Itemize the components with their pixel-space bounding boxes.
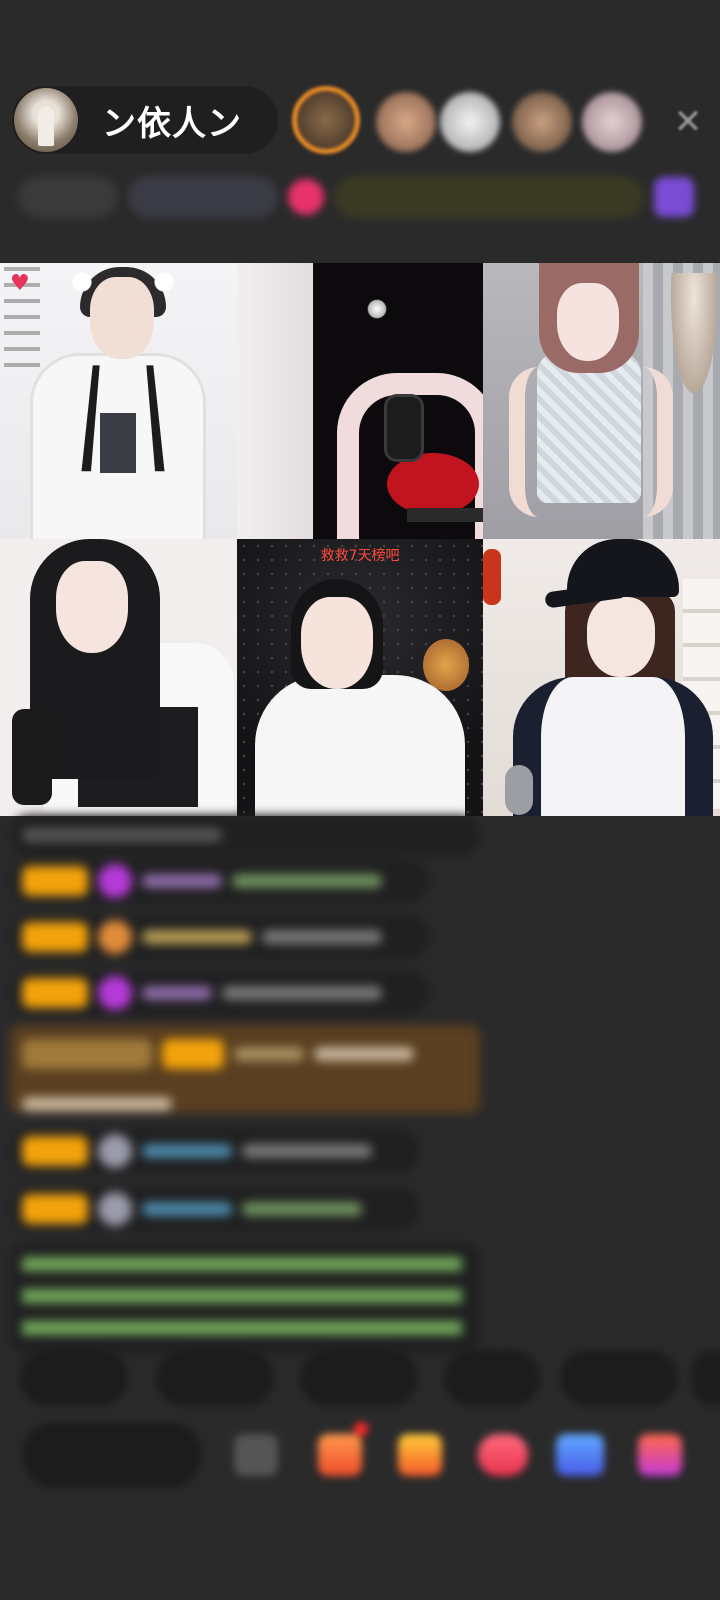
chat-text <box>22 828 222 842</box>
user-avatar <box>98 1192 132 1226</box>
microphone <box>12 709 52 805</box>
gift-box-icon[interactable] <box>318 1434 362 1476</box>
user-name <box>234 1047 304 1061</box>
gift-icon[interactable] <box>638 1434 682 1476</box>
video-tile[interactable] <box>483 539 720 816</box>
level-badge <box>22 866 88 896</box>
heart-icon[interactable] <box>478 1434 528 1476</box>
audience-avatar[interactable] <box>376 92 436 152</box>
quick-reply-chip[interactable] <box>20 1350 128 1406</box>
chat-text <box>262 930 382 944</box>
host-name: ン依人ン <box>102 103 242 144</box>
streamer-figure <box>537 353 641 503</box>
multi-guest-video-grid: ♥ 救救7天榜吧 <box>0 263 720 816</box>
user-name <box>142 986 212 1000</box>
quick-reply-chip[interactable] <box>156 1350 274 1406</box>
chat-text <box>232 874 382 888</box>
streamer-figure <box>237 263 313 539</box>
notification-dot <box>354 1422 368 1436</box>
heart-decoration: ♥ <box>10 271 30 296</box>
event-icon[interactable] <box>288 179 324 215</box>
close-button[interactable]: ✕ <box>670 104 706 140</box>
host-info-pill[interactable]: ン依人ン <box>12 86 278 154</box>
level-badge <box>22 1039 152 1069</box>
user-name <box>142 874 222 888</box>
audience-avatar[interactable] <box>292 86 360 154</box>
pampas-plant <box>671 273 717 393</box>
video-tile[interactable] <box>237 263 483 539</box>
face <box>56 561 128 653</box>
quick-reply-bar <box>20 1350 720 1406</box>
face <box>301 597 373 689</box>
video-tile[interactable]: ♥ <box>0 263 237 539</box>
quick-reply-chip[interactable] <box>444 1350 540 1406</box>
overlay-caption: 救救7天榜吧 <box>320 548 400 564</box>
streamer-figure <box>255 675 465 816</box>
fan-badge <box>162 1039 224 1069</box>
quick-reply-chip[interactable] <box>300 1350 418 1406</box>
chat-text <box>242 1144 372 1158</box>
announcement-chip[interactable] <box>334 176 644 218</box>
quick-reply-chip[interactable] <box>560 1350 678 1406</box>
chat-text <box>242 1202 362 1216</box>
chat-text <box>222 986 382 1000</box>
system-notice <box>10 1243 480 1353</box>
user-avatar <box>98 1134 132 1168</box>
level-badge <box>22 922 88 952</box>
microphone <box>387 397 421 459</box>
mic-stand <box>407 508 483 522</box>
host-avatar[interactable] <box>14 88 78 152</box>
user-name <box>142 930 252 944</box>
video-tile[interactable] <box>0 539 237 816</box>
emoji-icon[interactable] <box>234 1434 278 1476</box>
chat-message[interactable] <box>10 971 430 1015</box>
user-name <box>142 1144 232 1158</box>
level-badge <box>22 978 88 1008</box>
streamer-figure <box>513 677 713 816</box>
chat-text <box>314 1047 414 1061</box>
user-name <box>142 1202 232 1216</box>
video-tile[interactable] <box>483 263 720 539</box>
treasure-icon[interactable] <box>398 1434 442 1476</box>
flower-vase <box>423 639 469 691</box>
audience-avatar[interactable] <box>582 92 642 152</box>
inner-shirt <box>100 413 136 473</box>
video-tile[interactable]: 救救7天榜吧 <box>237 539 483 816</box>
activity-icon[interactable] <box>654 177 694 217</box>
quick-reply-chip[interactable] <box>692 1350 720 1406</box>
chat-message[interactable] <box>10 815 480 855</box>
face <box>587 597 655 677</box>
audience-avatar[interactable] <box>440 92 500 152</box>
level-badge <box>22 1136 88 1166</box>
chat-message[interactable] <box>10 1187 420 1231</box>
close-icon: ✕ <box>673 102 703 142</box>
chat-message[interactable] <box>10 1129 420 1173</box>
info-row <box>18 170 702 224</box>
rose-bouquet <box>387 453 479 515</box>
notice-text <box>22 1257 462 1347</box>
bottom-action-bar <box>0 1422 720 1492</box>
face <box>557 283 619 361</box>
comment-input[interactable] <box>22 1422 202 1488</box>
moon-lamp <box>367 299 387 319</box>
fan-heart-icon <box>98 976 132 1010</box>
fan-heart-icon <box>98 920 132 954</box>
level-badge <box>22 1194 88 1224</box>
popularity-chip[interactable] <box>128 176 278 218</box>
chat-message[interactable] <box>10 859 430 903</box>
red-lantern <box>483 549 501 605</box>
microphone <box>505 765 533 815</box>
chat-text <box>22 1097 172 1111</box>
audience-avatar[interactable] <box>512 92 572 152</box>
game-icon[interactable] <box>556 1434 604 1476</box>
rank-chip[interactable] <box>18 176 118 218</box>
ear-headband <box>68 271 178 293</box>
fan-heart-icon <box>98 864 132 898</box>
chat-message[interactable] <box>10 915 430 959</box>
chat-message[interactable] <box>10 1025 480 1113</box>
